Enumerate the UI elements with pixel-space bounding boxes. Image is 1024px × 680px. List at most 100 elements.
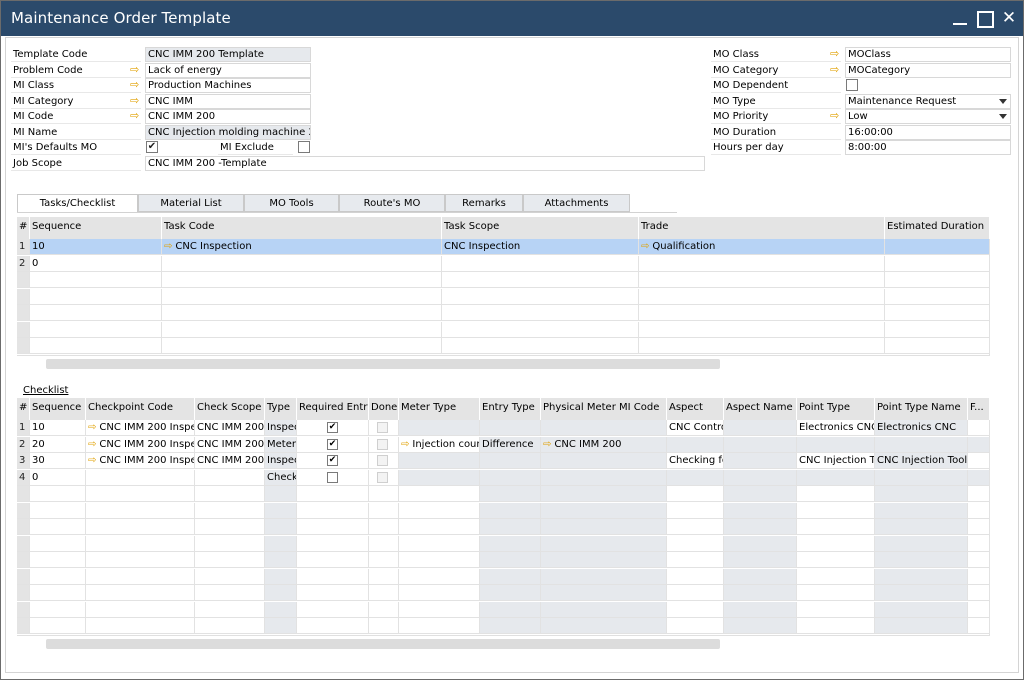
mi-category-field[interactable]: CNC IMM <box>145 94 311 109</box>
mis-defaults-mo-checkbox[interactable]: ✔ <box>146 141 158 153</box>
checklist-cell-required-entry[interactable]: ✔ <box>297 453 369 469</box>
done-checkbox[interactable] <box>377 438 388 450</box>
dropdown-icon[interactable] <box>999 99 1007 104</box>
checklist-horizontal-scrollbar[interactable] <box>46 639 720 649</box>
checklist-cell-required-entry[interactable]: ✔ <box>297 436 369 453</box>
checklist-cell-aspect-name[interactable] <box>724 420 797 436</box>
checklist-cell-aspect[interactable]: Checking for <box>667 453 724 469</box>
task-cell-task-scope[interactable] <box>442 255 639 272</box>
checklist-cell-point-type[interactable]: CNC Injection Tool <box>797 453 875 469</box>
checklist-cell-entry-type[interactable] <box>480 469 541 486</box>
mo-duration-field[interactable]: 16:00:00 <box>845 125 1011 140</box>
checklist-cell-physical-meter-mi-code[interactable] <box>541 469 667 486</box>
column-header-estimated-duration[interactable]: Estimated Duration <box>885 217 990 239</box>
required-entry-checkbox[interactable]: ✔ <box>327 438 338 450</box>
link-arrow-icon[interactable]: ⇨ <box>641 241 649 252</box>
checklist-cell-check-scope[interactable]: CNC IMM 200 Inspection <box>195 436 265 453</box>
mi-exclude-checkbox[interactable] <box>298 141 310 153</box>
checklist-cell-check-scope[interactable] <box>195 469 265 486</box>
checklist-cell-entry-type[interactable]: Difference <box>480 436 541 453</box>
checklist-cell-required-entry[interactable]: ✔ <box>297 420 369 436</box>
checklist-cell-f[interactable] <box>968 420 990 436</box>
link-arrow-icon[interactable]: ⇨ <box>401 439 409 450</box>
link-arrow-icon[interactable]: ⇨ <box>130 95 142 106</box>
checklist-cell-done[interactable] <box>369 436 399 453</box>
mo-priority-select[interactable]: Low <box>845 109 1011 124</box>
dropdown-icon[interactable] <box>999 114 1007 119</box>
checklist-cell-physical-meter-mi-code[interactable] <box>541 453 667 469</box>
checklist-cell-checkpoint-code[interactable]: ⇨CNC IMM 200 Inspection <box>86 436 195 453</box>
required-entry-checkbox[interactable]: ✔ <box>327 422 338 433</box>
link-arrow-icon[interactable]: ⇨ <box>130 79 142 90</box>
checklist-cell-done[interactable] <box>369 453 399 469</box>
checklist-cell-check-scope[interactable]: CNC IMM 200 Inspection <box>195 420 265 436</box>
tab-attachments[interactable]: Attachments <box>523 194 630 212</box>
tab-remarks[interactable]: Remarks <box>445 194 523 212</box>
column-header-meter-type[interactable]: Meter Type <box>399 398 480 420</box>
checklist-cell-row-number[interactable]: 2 <box>17 436 30 453</box>
checklist-cell-row-number[interactable]: 4 <box>17 469 30 486</box>
column-header-aspect-name[interactable]: Aspect Name <box>724 398 797 420</box>
column-header-physical-meter-mi-code[interactable]: Physical Meter MI Code <box>541 398 667 420</box>
checklist-cell-point-type-name[interactable] <box>875 436 968 453</box>
checklist-cell-sequence[interactable]: 20 <box>30 436 86 453</box>
link-arrow-icon[interactable]: ⇨ <box>830 48 842 59</box>
checklist-cell-sequence[interactable]: 0 <box>30 469 86 486</box>
checklist-cell-point-type[interactable] <box>797 436 875 453</box>
checklist-cell-sequence[interactable]: 10 <box>30 420 86 436</box>
task-cell-trade[interactable]: ⇨ Qualification <box>639 239 885 255</box>
checklist-cell-done[interactable] <box>369 469 399 486</box>
checklist-cell-meter-type[interactable] <box>399 453 480 469</box>
link-arrow-icon[interactable]: ⇨ <box>543 439 551 450</box>
column-header-trade[interactable]: Trade <box>639 217 885 239</box>
tasks-horizontal-scrollbar[interactable] <box>46 359 720 369</box>
done-checkbox[interactable] <box>377 471 388 483</box>
problem-code-field[interactable]: Lack of energy <box>145 63 311 78</box>
task-cell-row-number[interactable]: 2 <box>17 255 30 272</box>
checklist-cell-type[interactable]: Inspection <box>265 420 297 436</box>
column-header-point-type[interactable]: Point Type <box>797 398 875 420</box>
checklist-cell-type[interactable]: Inspection <box>265 453 297 469</box>
checklist-cell-checkpoint-code[interactable] <box>86 469 195 486</box>
column-header-f[interactable]: F... <box>968 398 990 420</box>
done-checkbox[interactable] <box>377 422 388 433</box>
tab-material-list[interactable]: Material List <box>138 194 244 212</box>
checklist-cell-row-number[interactable]: 1 <box>17 420 30 436</box>
checklist-cell-aspect-name[interactable] <box>724 453 797 469</box>
checklist-cell-physical-meter-mi-code[interactable] <box>541 420 667 436</box>
checklist-cell-point-type-name[interactable] <box>875 469 968 486</box>
column-header-row-number[interactable]: # <box>17 217 30 239</box>
task-cell-row-number[interactable]: 1 <box>17 239 30 255</box>
link-arrow-icon[interactable]: ⇨ <box>164 241 172 252</box>
checklist-cell-type[interactable]: Checklist <box>265 469 297 486</box>
mo-category-field[interactable]: MOCategory <box>845 63 1011 78</box>
template-code-field[interactable]: CNC IMM 200 Template <box>145 47 311 62</box>
mo-type-select[interactable]: Maintenance Request <box>845 94 1011 109</box>
tab-mo-tools[interactable]: MO Tools <box>244 194 339 212</box>
checklist-cell-meter-type[interactable]: ⇨Injection counter <box>399 436 480 453</box>
column-header-aspect[interactable]: Aspect <box>667 398 724 420</box>
mi-name-field[interactable]: CNC Injection molding machine 200 <box>145 125 311 140</box>
required-entry-checkbox[interactable]: ✔ <box>327 455 338 466</box>
checklist-cell-point-type-name[interactable]: Electronics CNC <box>875 420 968 436</box>
column-header-type[interactable]: Type <box>265 398 297 420</box>
column-header-check-scope[interactable]: Check Scope <box>195 398 265 420</box>
task-cell-estimated-duration[interactable] <box>885 255 990 272</box>
link-arrow-icon[interactable]: ⇨ <box>88 422 96 433</box>
checklist-cell-f[interactable] <box>968 469 990 486</box>
minimize-icon[interactable] <box>949 7 971 29</box>
checklist-cell-sequence[interactable]: 30 <box>30 453 86 469</box>
close-icon[interactable]: ✕ <box>998 7 1020 29</box>
checklist-cell-entry-type[interactable] <box>480 420 541 436</box>
checklist-cell-aspect-name[interactable] <box>724 436 797 453</box>
checklist-cell-aspect-name[interactable] <box>724 469 797 486</box>
checklist-cell-point-type-name[interactable]: CNC Injection Tool <box>875 453 968 469</box>
checklist-cell-aspect[interactable]: CNC Control <box>667 420 724 436</box>
link-arrow-icon[interactable]: ⇨ <box>88 455 96 466</box>
link-arrow-icon[interactable]: ⇨ <box>130 110 142 121</box>
checklist-cell-entry-type[interactable] <box>480 453 541 469</box>
task-cell-task-code[interactable]: ⇨ CNC Inspection <box>162 239 442 255</box>
column-header-entry-type[interactable]: Entry Type <box>480 398 541 420</box>
task-cell-estimated-duration[interactable] <box>885 239 990 255</box>
tab-routes-mo[interactable]: Route's MO <box>339 194 445 212</box>
